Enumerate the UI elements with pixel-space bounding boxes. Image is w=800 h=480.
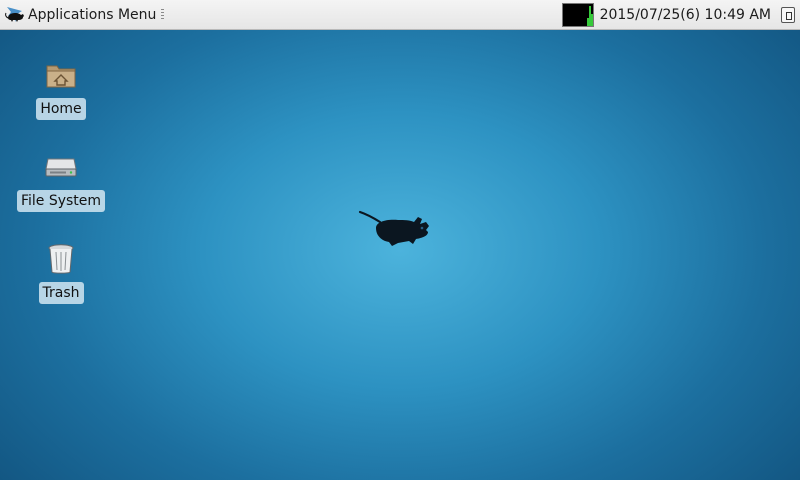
cpu-graph-bar [590,13,593,26]
desktop-icon-label: File System [16,190,106,212]
desktop-icon-file-system[interactable]: File System [6,150,116,212]
xfce-mouse-icon [5,4,27,26]
trash-icon [44,242,78,276]
show-desktop-button[interactable] [781,6,795,23]
drive-icon [44,150,78,184]
top-panel: Applications Menu 2015/07/25(6) 10:49 AM [0,0,800,30]
panel-separator-handle[interactable] [161,8,165,21]
applications-menu-button[interactable]: Applications Menu [0,0,168,30]
cpu-graph-widget[interactable] [561,2,594,27]
home-folder-icon [44,58,78,92]
xfce-mouse-wallpaper-logo [356,208,436,254]
desktop-icon-label: Home [36,98,86,120]
desktop-icon-trash[interactable]: Trash [6,242,116,304]
desktop-icon-home[interactable]: Home [6,58,116,120]
applications-menu-label: Applications Menu [28,6,157,23]
desktop-icon-label: Trash [38,282,84,304]
panel-clock[interactable]: 2015/07/25(6) 10:49 AM [600,7,771,23]
